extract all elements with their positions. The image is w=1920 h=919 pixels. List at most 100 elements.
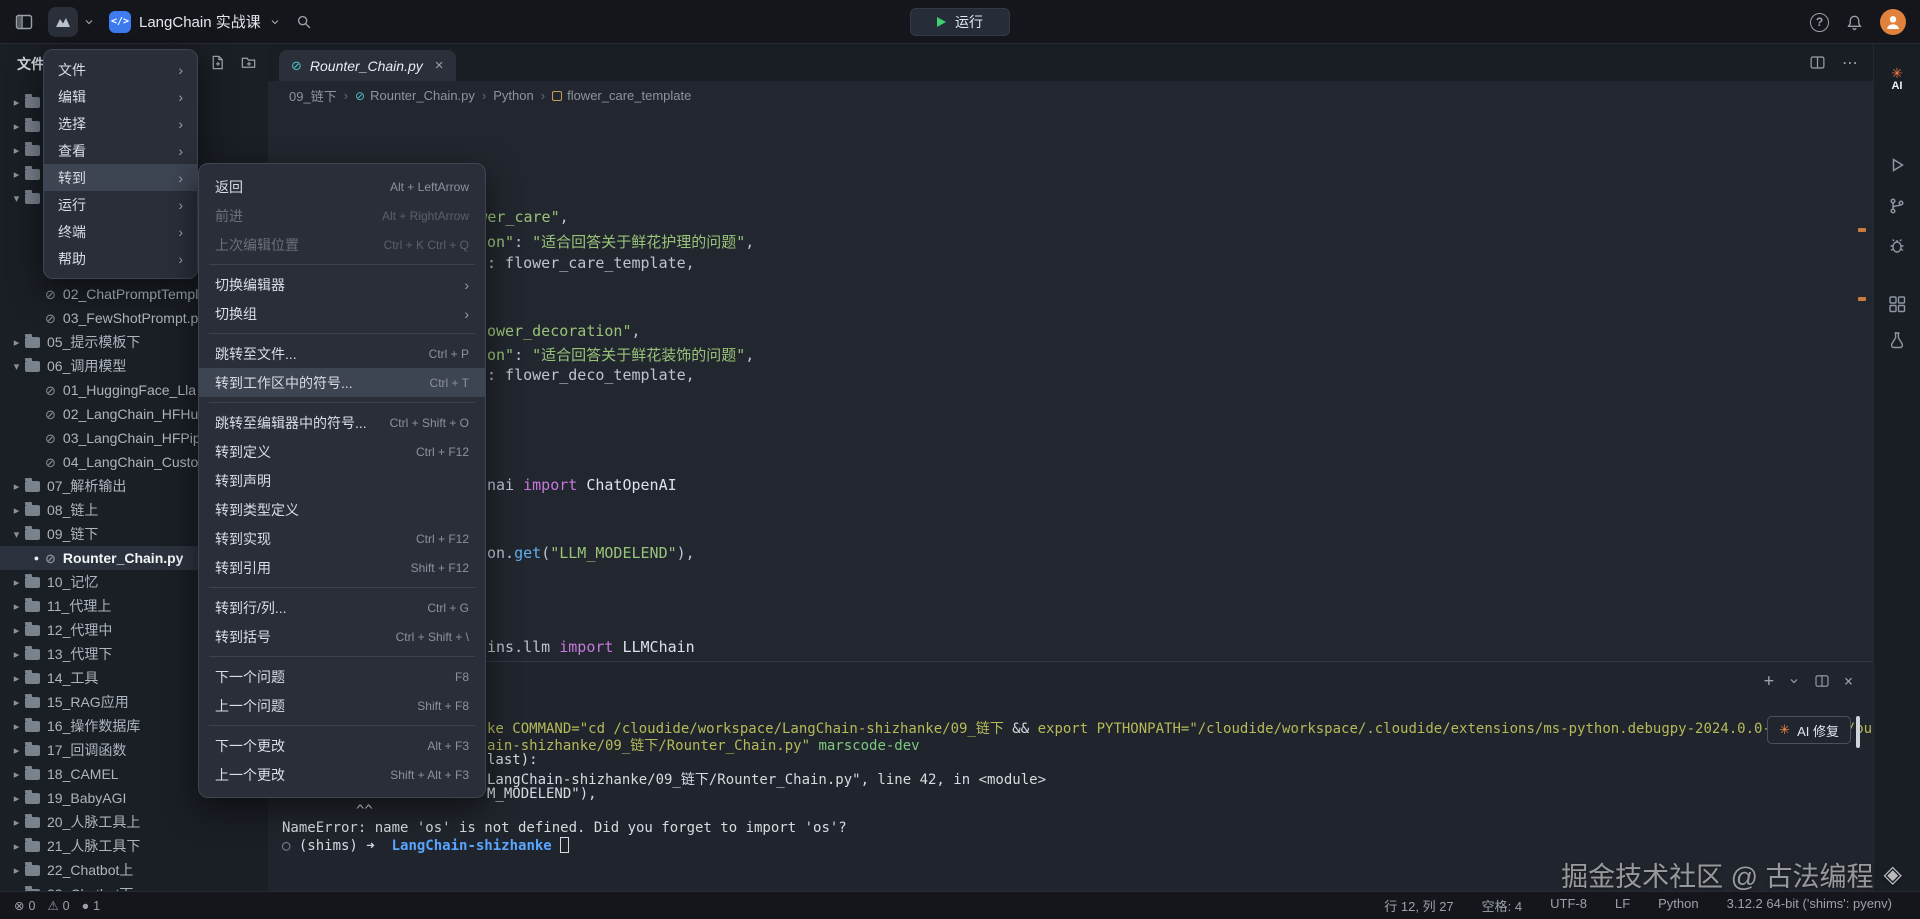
folder-icon — [25, 649, 40, 660]
menu-item[interactable]: 选择› — [44, 110, 197, 137]
more-actions-icon[interactable]: ⋯ — [1842, 53, 1859, 73]
menu-item[interactable]: 转到› — [44, 164, 197, 191]
menu-item[interactable]: 运行› — [44, 191, 197, 218]
sidebar-toggle-icon[interactable] — [14, 12, 34, 32]
status-language-mode[interactable]: Python — [1658, 896, 1698, 915]
menu-item[interactable]: 转到实现Ctrl + F12 — [199, 524, 485, 553]
status-cursor-position[interactable]: 行 12, 列 27 — [1384, 896, 1453, 915]
tree-item-label: 21_人脉工具下 — [47, 836, 140, 856]
split-editor-icon[interactable] — [1809, 54, 1826, 71]
tree-item-folder[interactable]: ▸20_人脉工具上 — [0, 810, 268, 834]
menu-item[interactable]: 转到类型定义 — [199, 495, 485, 524]
close-icon[interactable]: × — [435, 57, 444, 74]
python-file-icon: ⊘ — [45, 432, 56, 445]
search-icon[interactable] — [295, 13, 313, 31]
menu-item[interactable]: 转到定义Ctrl + F12 — [199, 437, 485, 466]
overview-ruler-mark — [1858, 228, 1866, 232]
menu-item[interactable]: 跳转至文件...Ctrl + P — [199, 339, 485, 368]
menu-item: 前进Alt + RightArrow — [199, 201, 485, 230]
editor-tab[interactable]: ⊘ Rounter_Chain.py × — [279, 50, 456, 81]
code-line: : flower_care_template, — [487, 254, 695, 272]
menu-item[interactable]: 跳转至编辑器中的符号...Ctrl + Shift + O — [199, 408, 485, 437]
menu-item-shortcut: Alt + LeftArrow — [390, 180, 469, 194]
tab-label: Rounter_Chain.py — [310, 58, 423, 74]
menu-item[interactable]: 转到括号Ctrl + Shift + \ — [199, 622, 485, 651]
menu-item[interactable]: 下一个更改Alt + F3 — [199, 731, 485, 760]
menu-item[interactable]: 切换编辑器› — [199, 270, 485, 299]
problem-count: ●1 — [82, 899, 101, 913]
menu-item[interactable]: 转到工作区中的符号... Ctrl + T — [199, 368, 485, 397]
menu-item-label: 上一个问题 — [215, 696, 399, 716]
breadcrumb-item[interactable]: ⊘Rounter_Chain.py — [355, 88, 475, 103]
breadcrumb-label: Python — [493, 88, 533, 103]
menu-item-shortcut: Ctrl + T — [430, 376, 469, 390]
menu-item[interactable]: 帮助› — [44, 245, 197, 272]
menu-item-label: 转到工作区中的符号... — [215, 373, 412, 393]
menu-item[interactable]: 上一个更改Shift + Alt + F3 — [199, 760, 485, 789]
menu-item-label: 编辑 — [58, 87, 160, 107]
menu-item-label: 转到定义 — [215, 442, 398, 462]
tree-item-label: 23_Chatbot下 — [47, 884, 133, 891]
code-area[interactable]: 25prompt_infos = [26"key": "flower_care"… — [268, 110, 1873, 661]
tree-item-folder[interactable]: ▸21_人脉工具下 — [0, 834, 268, 858]
new-folder-icon[interactable] — [240, 54, 257, 71]
menu-separator — [209, 333, 475, 334]
menu-item[interactable]: 转到行/列...Ctrl + G — [199, 593, 485, 622]
terminal-line: ^^ — [356, 803, 373, 819]
folder-icon — [25, 481, 40, 492]
extensions-icon[interactable] — [1887, 294, 1907, 314]
menu-item[interactable]: 下一个问题F8 — [199, 662, 485, 691]
explorer-title: 文件 — [17, 54, 45, 74]
menu-item[interactable]: 返回Alt + LeftArrow — [199, 172, 485, 201]
menu-item-label: 文件 — [58, 60, 160, 80]
project-selector[interactable]: </> LangChain 实战课 — [109, 11, 281, 33]
menu-item[interactable]: 终端› — [44, 218, 197, 245]
menu-item[interactable]: 上一个问题Shift + F8 — [199, 691, 485, 720]
run-button[interactable]: 运行 — [910, 8, 1010, 36]
bell-icon[interactable] — [1845, 13, 1864, 32]
status-bar: ⊗0⚠0●1 行 12, 列 27 空格: 4 UTF-8 LF Python 3.12.… — [0, 891, 1920, 919]
menu-item[interactable]: 编辑› — [44, 83, 197, 110]
menu-item[interactable]: 转到引用Shift + F12 — [199, 553, 485, 582]
breadcrumb-item[interactable]: flower_care_template — [552, 88, 691, 103]
folder-icon — [25, 193, 40, 204]
folder-icon — [25, 169, 40, 180]
menu-item-label: 转到 — [58, 168, 160, 188]
menu-separator — [209, 656, 475, 657]
avatar[interactable] — [1880, 9, 1906, 35]
new-terminal-icon[interactable]: + — [1764, 673, 1774, 690]
menu-item[interactable]: 切换组› — [199, 299, 485, 328]
chevron-right-icon: ▸ — [8, 672, 25, 685]
status-indent-setting[interactable]: 空格: 4 — [1482, 896, 1522, 915]
menu-item[interactable]: 文件› — [44, 56, 197, 83]
status-encoding[interactable]: UTF-8 — [1550, 896, 1587, 915]
menu-item-label: 跳转至编辑器中的符号... — [215, 413, 372, 433]
status-python-interpreter[interactable]: 3.12.2 64-bit ('shims': pyenv) — [1727, 896, 1892, 915]
problems-indicator[interactable]: ⊗0⚠0●1 — [14, 898, 100, 913]
source-control-icon[interactable] — [1887, 196, 1907, 216]
tree-item-folder[interactable]: ▸23_Chatbot下 — [0, 882, 268, 891]
run-debug-icon[interactable] — [1887, 155, 1907, 175]
new-file-icon[interactable] — [209, 54, 226, 71]
tree-item-folder[interactable]: ▸22_Chatbot上 — [0, 858, 268, 882]
tree-item-label: 08_链上 — [47, 500, 98, 520]
breadcrumb-item[interactable]: 09_链下 — [289, 86, 337, 105]
folder-icon — [25, 841, 40, 852]
chevron-down-icon[interactable] — [1788, 675, 1800, 687]
terminal-scrollbar[interactable] — [1856, 716, 1860, 748]
menu-item-label: 上次编辑位置 — [215, 235, 366, 255]
debug-icon[interactable] — [1887, 235, 1907, 255]
split-terminal-icon[interactable] — [1814, 673, 1830, 689]
workspace-logo[interactable] — [48, 7, 95, 37]
menu-item[interactable]: 查看› — [44, 137, 197, 164]
close-panel-icon[interactable]: × — [1844, 672, 1853, 690]
status-eol[interactable]: LF — [1615, 896, 1630, 915]
test-flask-icon[interactable] — [1887, 330, 1907, 350]
help-icon[interactable]: ? — [1810, 13, 1829, 32]
menu-separator — [209, 264, 475, 265]
ai-fix-button[interactable]: ✳ AI 修复 — [1767, 716, 1851, 744]
menu-item[interactable]: 转到声明 — [199, 466, 485, 495]
ai-assistant-icon[interactable]: ✳ AI — [1891, 66, 1903, 92]
breadcrumb-item[interactable]: Python — [493, 88, 533, 103]
menu-separator — [209, 725, 475, 726]
